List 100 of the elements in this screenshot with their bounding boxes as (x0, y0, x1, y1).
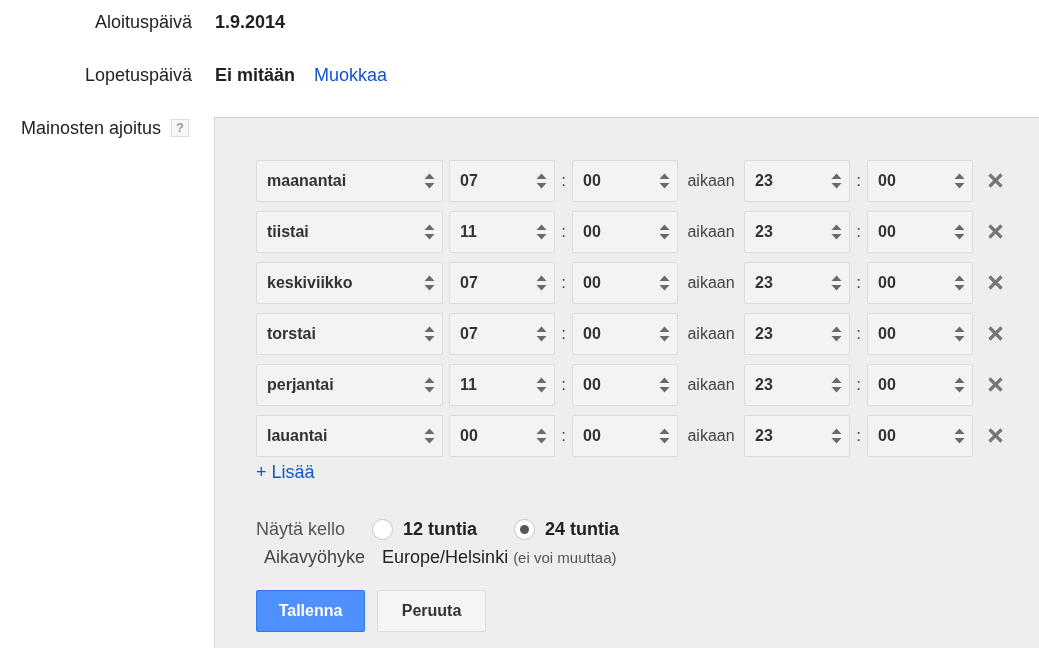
radio-button[interactable] (514, 518, 536, 540)
minute-select[interactable]: 00 (867, 160, 973, 202)
colon-text: : (560, 425, 567, 448)
timezone-label: Aikavyöhyke (264, 546, 366, 568)
up-down-arrows-icon (831, 223, 842, 241)
colon-text: : (855, 221, 862, 244)
colon-text: : (560, 272, 567, 295)
field-label: Lopetuspäivä (83, 64, 192, 86)
minute-select[interactable]: 00 (572, 313, 678, 355)
hour-select[interactable]: 23 (744, 415, 850, 457)
up-down-arrows-icon (831, 274, 842, 292)
up-down-arrows-icon (954, 427, 965, 445)
up-down-arrows-icon (536, 325, 547, 343)
up-down-arrows-icon (424, 376, 435, 394)
hour-select[interactable]: 11 (449, 364, 555, 406)
close-icon[interactable] (988, 376, 1003, 392)
minute-select[interactable]: 00 (867, 364, 973, 406)
day-select[interactable]: maanantai (256, 160, 443, 202)
until-label: aikaan (686, 324, 736, 344)
close-icon[interactable] (988, 427, 1003, 443)
up-down-arrows-icon (659, 427, 670, 445)
colon-text: : (560, 170, 567, 193)
until-label: aikaan (686, 375, 736, 395)
hour-select[interactable]: 23 (744, 313, 850, 355)
hour-select[interactable]: 07 (449, 262, 555, 304)
minute-select[interactable]: 00 (867, 415, 973, 457)
cancel-button[interactable]: Peruuta (377, 590, 486, 632)
field-label: Mainosten ajoitus (20, 117, 161, 139)
up-down-arrows-icon (831, 325, 842, 343)
timezone-value: Europe/Helsinki (382, 546, 509, 568)
until-label: aikaan (686, 426, 736, 446)
up-down-arrows-icon (659, 274, 670, 292)
timezone-note: (ei voi muuttaa) (513, 548, 617, 568)
day-select[interactable]: tiistai (256, 211, 443, 253)
add-link[interactable]: + Lisää (256, 461, 315, 483)
close-icon[interactable] (988, 274, 1003, 290)
up-down-arrows-icon (831, 427, 842, 445)
up-down-arrows-icon (954, 376, 965, 394)
radio-label[interactable]: 12 tuntia (403, 518, 478, 540)
hour-select[interactable]: 23 (744, 160, 850, 202)
day-select[interactable]: perjantai (256, 364, 443, 406)
day-select[interactable]: lauantai (256, 415, 443, 457)
close-icon[interactable] (988, 325, 1003, 341)
colon-text: : (855, 170, 862, 193)
colon-text: : (560, 323, 567, 346)
hour-select[interactable]: 07 (449, 160, 555, 202)
colon-text: : (855, 323, 862, 346)
radio-button[interactable] (372, 518, 394, 540)
colon-text: : (560, 221, 567, 244)
up-down-arrows-icon (831, 376, 842, 394)
up-down-arrows-icon (659, 325, 670, 343)
minute-select[interactable]: 00 (867, 262, 973, 304)
until-label: aikaan (686, 273, 736, 293)
up-down-arrows-icon (536, 376, 547, 394)
up-down-arrows-icon (954, 325, 965, 343)
hour-select[interactable]: 23 (744, 364, 850, 406)
up-down-arrows-icon (659, 172, 670, 190)
minute-select[interactable]: 00 (572, 262, 678, 304)
day-select[interactable]: keskiviikko (256, 262, 443, 304)
up-down-arrows-icon (424, 325, 435, 343)
minute-select[interactable]: 00 (572, 364, 678, 406)
minute-select[interactable]: 00 (572, 211, 678, 253)
close-icon[interactable] (988, 172, 1003, 188)
day-select[interactable]: torstai (256, 313, 443, 355)
up-down-arrows-icon (831, 172, 842, 190)
up-down-arrows-icon (954, 223, 965, 241)
until-label: aikaan (686, 222, 736, 242)
minute-select[interactable]: 00 (867, 211, 973, 253)
minute-select[interactable]: 00 (867, 313, 973, 355)
colon-text: : (855, 374, 862, 397)
up-down-arrows-icon (659, 376, 670, 394)
minute-select[interactable]: 00 (572, 415, 678, 457)
up-down-arrows-icon (424, 274, 435, 292)
up-down-arrows-icon (954, 172, 965, 190)
clock-label: Näytä kello (256, 518, 346, 540)
field-label: Aloituspäivä (93, 11, 192, 33)
edit-link[interactable]: Muokkaa (314, 64, 388, 86)
hour-select[interactable]: 11 (449, 211, 555, 253)
hour-select[interactable]: 23 (744, 211, 850, 253)
up-down-arrows-icon (424, 223, 435, 241)
colon-text: : (560, 374, 567, 397)
up-down-arrows-icon (536, 223, 547, 241)
up-down-arrows-icon (536, 427, 547, 445)
up-down-arrows-icon (424, 427, 435, 445)
up-down-arrows-icon (536, 274, 547, 292)
hour-select[interactable]: 07 (449, 313, 555, 355)
up-down-arrows-icon (424, 172, 435, 190)
hour-select[interactable]: 00 (449, 415, 555, 457)
minute-select[interactable]: 00 (572, 160, 678, 202)
until-label: aikaan (686, 171, 736, 191)
field-value: 1.9.2014 (215, 11, 286, 33)
colon-text: : (855, 272, 862, 295)
close-icon[interactable] (988, 223, 1003, 239)
up-down-arrows-icon (659, 223, 670, 241)
hour-select[interactable]: 23 (744, 262, 850, 304)
radio-label[interactable]: 24 tuntia (545, 518, 620, 540)
up-down-arrows-icon (954, 274, 965, 292)
colon-text: : (855, 425, 862, 448)
up-down-arrows-icon (536, 172, 547, 190)
field-value: Ei mitään (215, 64, 296, 86)
